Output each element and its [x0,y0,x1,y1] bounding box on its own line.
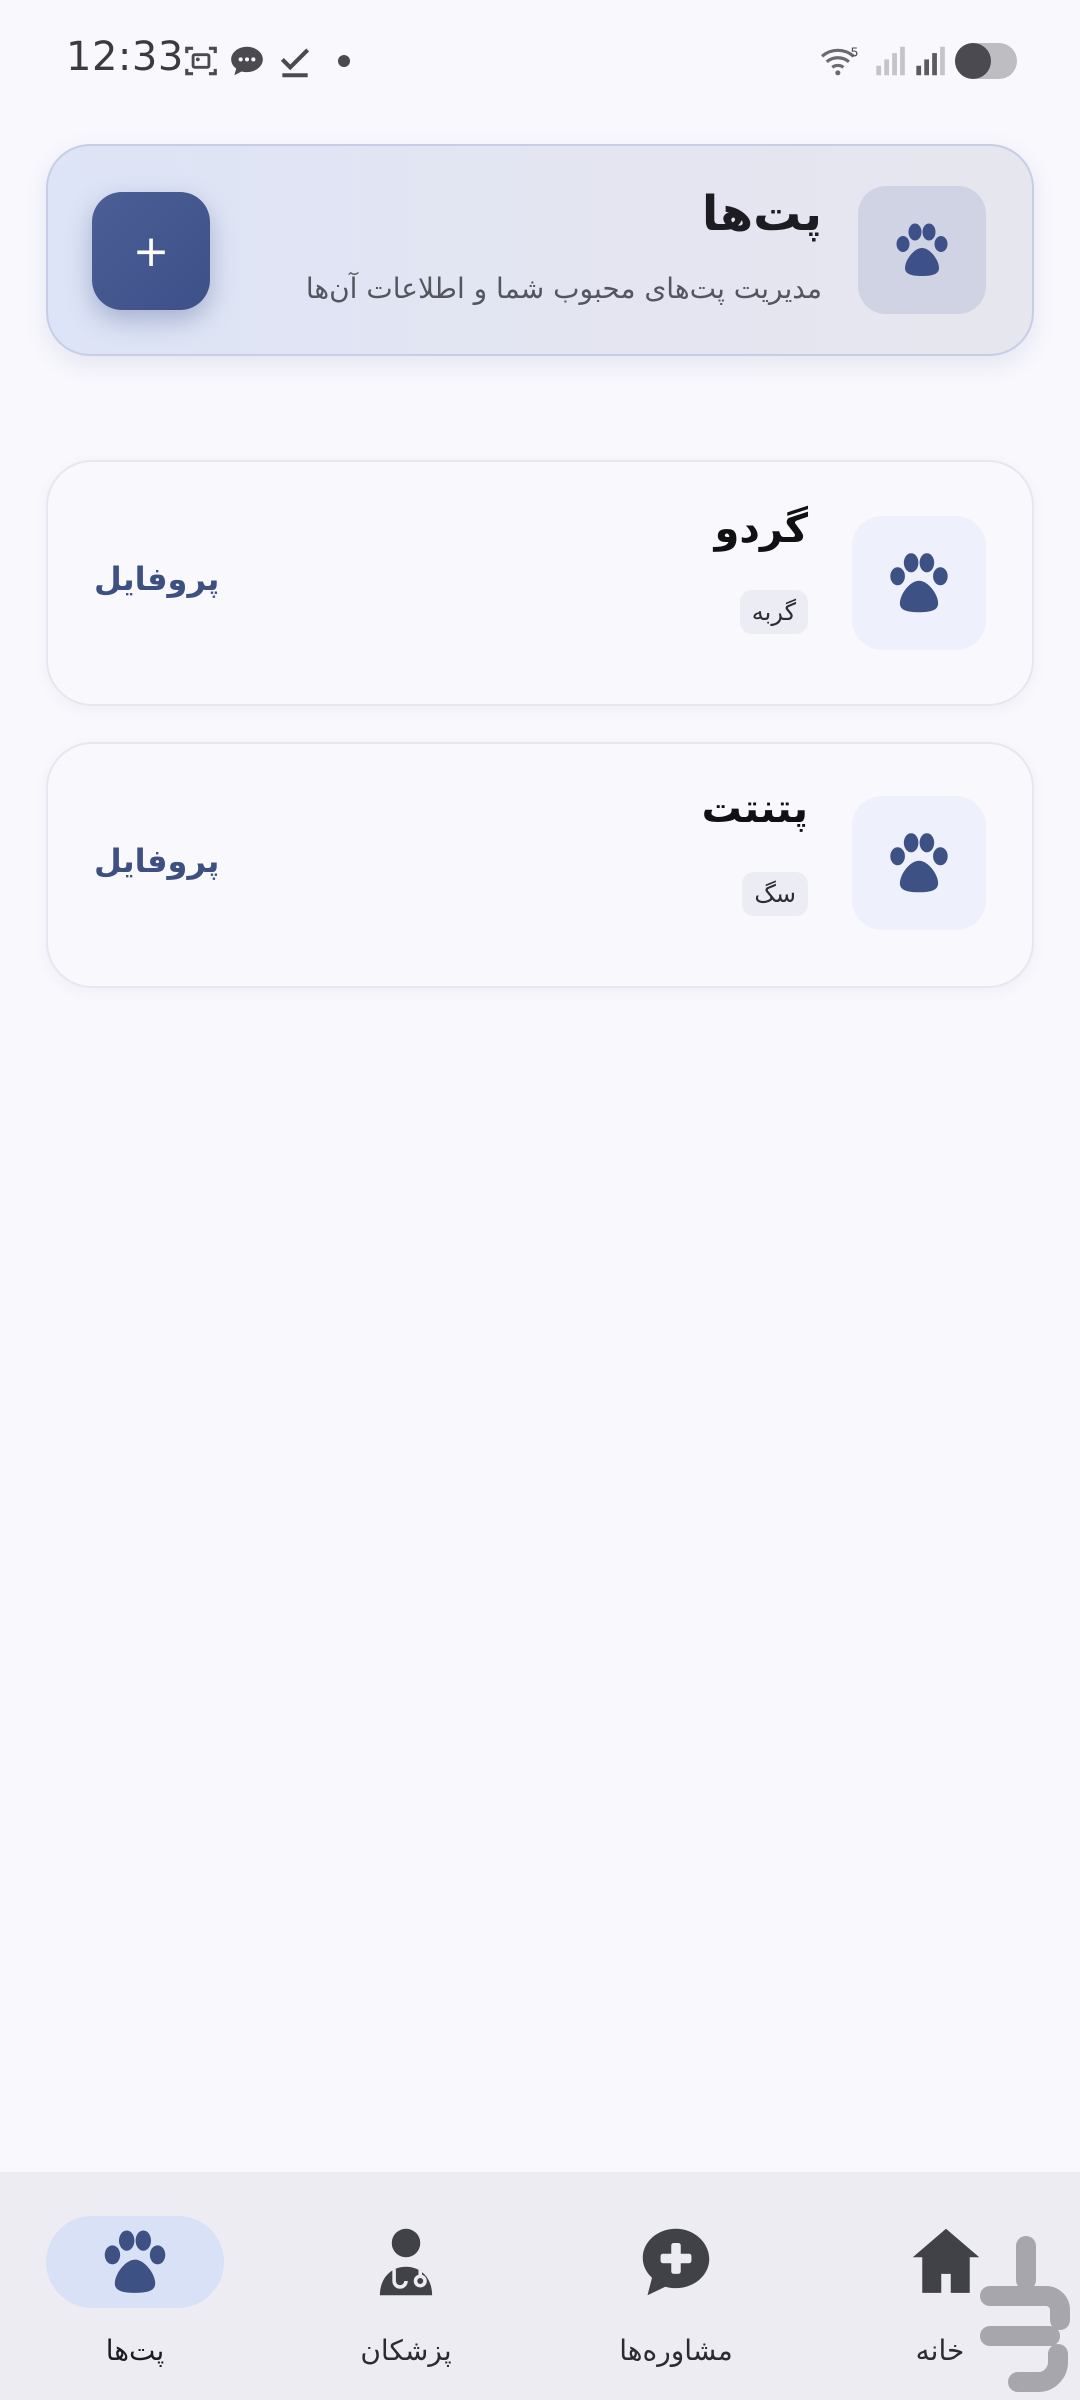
chat-bubble-icon [231,46,263,76]
page-subtitle: مدیریت پت‌های محبوب شما و اطلاعات آن‌ها [305,272,822,305]
pet-name: پتنتت [701,786,808,832]
paw-icon [104,2230,166,2293]
nav-label: پزشکان [360,2334,452,2367]
pet-type-badge: سگ [742,872,808,916]
signal-icon [876,46,905,76]
wifi-icon: 5 [820,44,859,76]
paw-icon [890,833,948,893]
pet-card[interactable]: گردو گربه پروفایل [46,460,1034,706]
notification-dot-icon [338,55,350,67]
page-title: پت‌ها [701,186,822,242]
nav-item-pets[interactable]: پت‌ها [46,2172,266,2400]
bottom-navigation: پت‌ها پزشکان مشاوره‌ها خانه [0,2172,1080,2400]
nav-label: مشاوره‌ها [619,2334,733,2367]
store-watermark-icon [980,2236,1070,2392]
pets-header-card: پت‌ها مدیریت پت‌های محبوب شما و اطلاعات … [46,144,1034,356]
pet-profile-link[interactable]: پروفایل [94,560,219,598]
nav-item-doctors[interactable]: پزشکان [296,2172,516,2400]
checkmark-icon [280,48,310,78]
status-bar: 12:33 5 [0,0,1080,120]
doctor-icon [379,2228,433,2296]
chat-plus-icon [642,2228,710,2296]
screenshot-icon [185,46,217,76]
paw-icon [890,553,948,613]
nav-label: پت‌ها [105,2334,165,2367]
paw-icon [896,223,948,276]
pet-profile-link[interactable]: پروفایل [94,842,219,880]
pet-avatar [852,796,986,930]
pet-name: گردو [714,506,808,552]
pet-avatar [852,516,986,650]
add-pet-button[interactable]: + [92,192,210,310]
pet-card[interactable]: پتنتت سگ پروفایل [46,742,1034,988]
pet-type-badge: گربه [739,590,808,634]
plus-icon: + [132,225,170,277]
battery-icon [955,43,1017,79]
header-icon-container [858,186,986,314]
nav-item-consultations[interactable]: مشاوره‌ها [566,2172,786,2400]
signal-icon [916,46,945,76]
status-time: 12:33 [66,34,184,80]
wifi-label: 5 [851,44,859,59]
